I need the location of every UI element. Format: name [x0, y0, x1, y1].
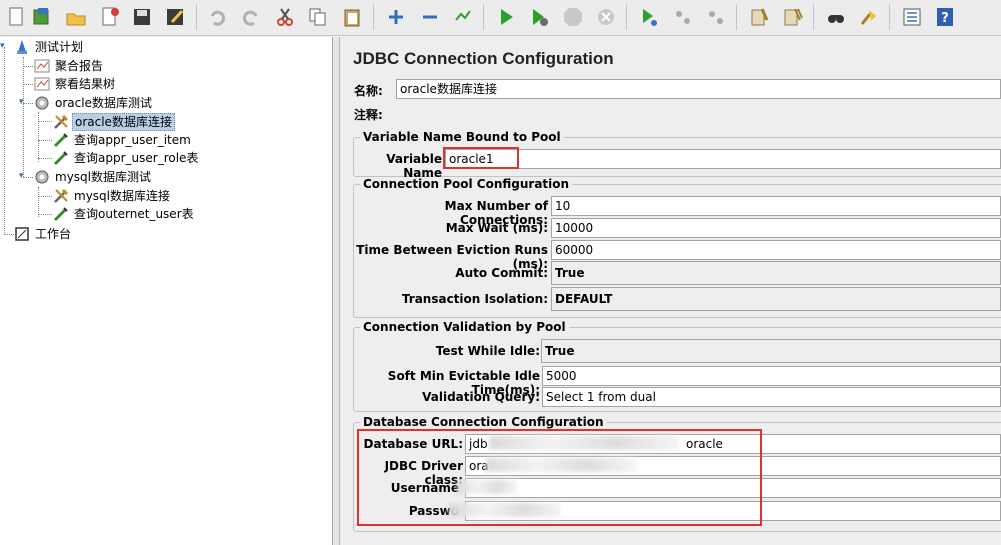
max-wait-field[interactable]: 10000: [551, 218, 1001, 238]
splitter[interactable]: [333, 37, 340, 545]
copy-icon[interactable]: [304, 3, 332, 31]
tree-node-query-user-item[interactable]: 查询appr_user_item: [53, 131, 193, 149]
save-icon[interactable]: [128, 3, 156, 31]
highlight-box: [443, 147, 519, 169]
paste-icon[interactable]: [338, 3, 366, 31]
tree-node-label: oracle数据库测试: [55, 96, 152, 110]
variable-name-field[interactable]: oracle1: [445, 149, 1001, 169]
max-wait-label: Max Wait (ms):: [445, 221, 548, 235]
tree-node-label: 测试计划: [35, 40, 84, 54]
collapse-toggle-icon[interactable]: ▾: [0, 41, 5, 51]
cut-icon[interactable]: [271, 3, 299, 31]
collapse-toggle-icon[interactable]: ▾: [19, 171, 24, 181]
redo-icon[interactable]: [237, 3, 265, 31]
tree-node-label: mysql数据库连接: [74, 189, 170, 203]
toolbar: ?: [0, 0, 1001, 36]
auto-commit-select[interactable]: True: [551, 261, 1001, 285]
comment-field[interactable]: [393, 103, 1001, 123]
svg-text:?: ?: [941, 11, 949, 26]
open-icon[interactable]: [62, 3, 90, 31]
tree-node-label: 查询appr_user_role表: [74, 151, 199, 165]
new-icon[interactable]: [2, 3, 30, 31]
tree-node-label: 工作台: [35, 227, 72, 241]
tree-node-oracle-connection[interactable]: oracle数据库连接: [53, 113, 175, 131]
tree-node-oracle-thread-group[interactable]: oracle数据库测试: [34, 94, 154, 112]
jdbc-config-panel: JDBC Connection Configuration 名称: oracle…: [341, 37, 1001, 545]
function-helper-icon[interactable]: [898, 3, 926, 31]
validation-query-label: Validation Query:: [422, 390, 540, 404]
transaction-isolation-select[interactable]: DEFAULT: [551, 287, 1001, 311]
clear-all-icon[interactable]: [779, 3, 807, 31]
save-as-icon[interactable]: [161, 3, 189, 31]
sampler-icon: [53, 206, 69, 222]
report-icon: [34, 76, 50, 92]
highlight-box: [357, 429, 762, 526]
sampler-icon: [53, 132, 69, 148]
tree-node-mysql-connection[interactable]: mysql数据库连接: [53, 187, 172, 205]
tree-node-workbench[interactable]: 工作台: [14, 225, 73, 243]
reset-search-icon[interactable]: [855, 3, 883, 31]
templates-icon[interactable]: [28, 3, 56, 31]
remote-start-icon[interactable]: [635, 3, 663, 31]
thread-group-icon: [34, 169, 50, 185]
config-element-icon: [53, 114, 69, 130]
shutdown-icon[interactable]: [592, 3, 620, 31]
test-while-idle-label: Test While Idle:: [435, 344, 540, 358]
remote-shutdown-icon[interactable]: [702, 3, 730, 31]
expand-icon[interactable]: [382, 3, 410, 31]
group-title: Connection Pool Configuration: [360, 177, 573, 191]
group-title: Connection Validation by Pool: [360, 320, 569, 334]
tree-node-label: 查询outernet_user表: [74, 207, 194, 221]
page-title: JDBC Connection Configuration: [353, 49, 614, 68]
tree-node-aggregate-report[interactable]: 聚合报告: [34, 57, 105, 75]
close-icon[interactable]: [96, 3, 124, 31]
tree-node-label: 察看结果树: [55, 77, 116, 91]
tree-node-label: 查询appr_user_item: [74, 133, 191, 147]
auto-commit-label: Auto Commit:: [455, 266, 548, 280]
tree-node-mysql-thread-group[interactable]: mysql数据库测试: [34, 168, 153, 186]
eviction-runs-field[interactable]: 60000: [551, 240, 1001, 260]
name-field[interactable]: oracle数据库连接: [396, 79, 1001, 99]
workbench-icon: [14, 226, 30, 242]
max-connections-field[interactable]: 10: [551, 196, 1001, 216]
sampler-icon: [53, 150, 69, 166]
config-element-icon: [53, 188, 69, 204]
stop-icon[interactable]: [559, 3, 587, 31]
tree-node-query-outernet-user[interactable]: 查询outernet_user表: [53, 205, 196, 223]
group-title: Database Connection Configuration: [360, 415, 607, 429]
report-icon: [34, 58, 50, 74]
search-icon[interactable]: [822, 3, 850, 31]
soft-min-idle-field[interactable]: 5000: [542, 366, 1001, 386]
variable-name-label: Variable Name: [386, 152, 442, 180]
tree-node-label: oracle数据库连接: [72, 113, 175, 131]
tree-node-results-tree[interactable]: 察看结果树: [34, 75, 117, 93]
clear-icon[interactable]: [745, 3, 773, 31]
help-icon[interactable]: ?: [931, 3, 959, 31]
remote-stop-icon[interactable]: [669, 3, 697, 31]
collapse-icon[interactable]: [416, 3, 444, 31]
start-no-pause-icon[interactable]: [525, 3, 553, 31]
toggle-icon[interactable]: [449, 3, 477, 31]
tree-node-label: mysql数据库测试: [55, 170, 151, 184]
comment-label: 注释:: [354, 108, 383, 122]
tree-node-query-user-role[interactable]: 查询appr_user_role表: [53, 149, 200, 167]
test-while-idle-select[interactable]: True: [541, 339, 1001, 363]
tree-node-label: 聚合报告: [55, 59, 104, 73]
transaction-isolation-label: Transaction Isolation:: [401, 292, 548, 306]
group-title: Variable Name Bound to Pool: [360, 130, 564, 144]
start-icon[interactable]: [492, 3, 520, 31]
collapse-toggle-icon[interactable]: ▾: [19, 97, 24, 107]
tree-node-test-plan[interactable]: 测试计划: [14, 38, 85, 56]
undo-icon[interactable]: [203, 3, 231, 31]
test-plan-icon: [14, 39, 30, 55]
test-plan-tree: ▾ ▾ ▾ 测试计划 聚合报告 察看结果树 oracle数据库测试 oracle…: [0, 37, 333, 545]
thread-group-icon: [34, 95, 50, 111]
validation-query-field[interactable]: Select 1 from dual: [542, 387, 1001, 407]
name-label: 名称:: [354, 84, 383, 98]
